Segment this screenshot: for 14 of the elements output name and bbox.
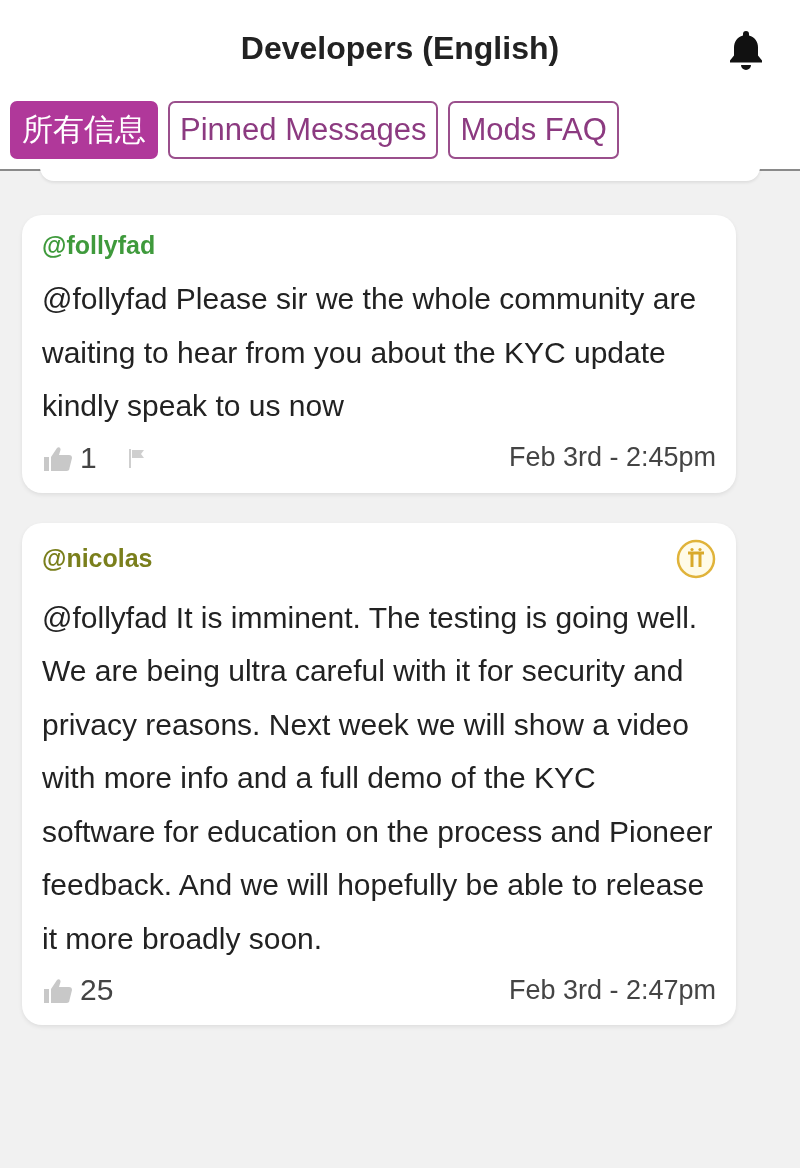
tab[interactable]: Pinned Messages (168, 101, 439, 159)
message-text: @follyfad It is imminent. The testing is going well. We are being ultra careful with it for security and privacy reasons. Next week we will show a video with more info and a full demo of the KYC software for education on the process and Pioneer feedback. And we will hopefully be able to release it more broadly soon. (42, 599, 714, 957)
channel-title: Developers (English) (240, 29, 560, 67)
thumbs-up-icon[interactable] (42, 976, 74, 1004)
message-text: @follyfad Please sir we the whole community are waiting to hear from you about the KYC update kindly speak to us now (42, 281, 698, 424)
timestamp: Feb 3rd - 2:45pm (508, 442, 716, 473)
like-count: 25 (80, 973, 114, 1007)
tab[interactable]: Mods FAQ (448, 101, 619, 159)
tab[interactable]: 所有信息 (10, 101, 158, 159)
timestamp: Feb 3rd - 2:47pm (508, 974, 716, 1006)
username[interactable]: @nicolas (42, 544, 153, 573)
like-count: 1 (80, 440, 97, 475)
username[interactable]: @follyfad (42, 231, 156, 260)
flag-icon[interactable] (126, 447, 147, 468)
